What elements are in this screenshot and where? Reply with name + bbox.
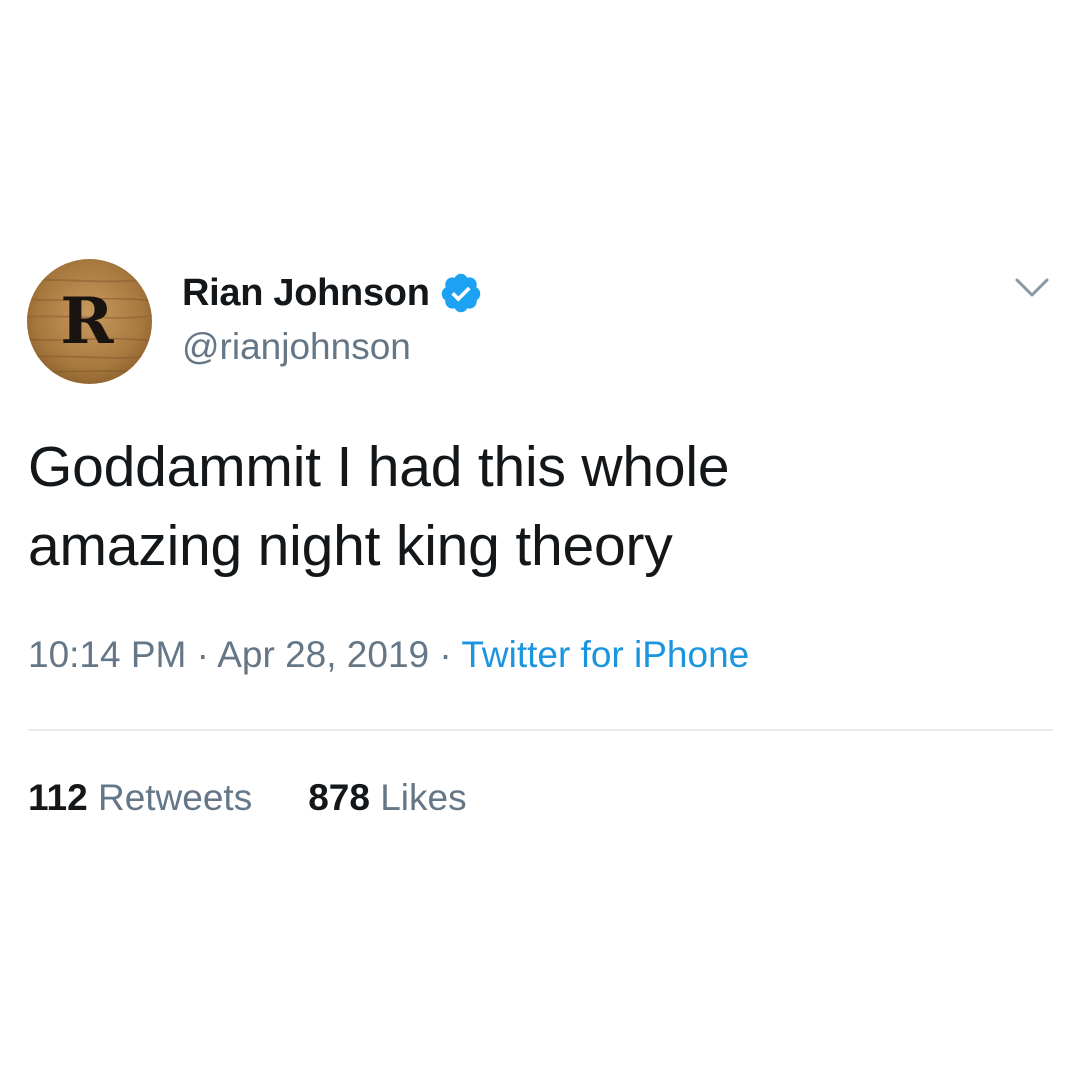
display-name[interactable]: Rian Johnson: [182, 272, 430, 315]
likes-stat[interactable]: 878 Likes: [308, 777, 466, 819]
tweet-text-line: amazing night king theory: [28, 514, 673, 578]
avatar-image: R: [27, 259, 152, 384]
tweet-card: R Rian Johnson @rianjohnson Goddammit I …: [0, 0, 1080, 1080]
tweet-time[interactable]: 10:14 PM: [28, 634, 186, 675]
retweets-count: 112: [28, 777, 88, 818]
tweet-stats: 112 Retweets 878 Likes: [28, 777, 467, 819]
avatar-letter: R: [60, 284, 114, 359]
avatar[interactable]: R: [27, 259, 152, 384]
tweet-text-line: Goddammit I had this whole: [28, 435, 730, 499]
verified-badge-icon: [441, 273, 480, 313]
tweet-source-link[interactable]: Twitter for iPhone: [461, 634, 749, 675]
meta-separator: ·: [186, 634, 218, 675]
tweet-text: Goddammit I had this whole amazing night…: [28, 428, 1028, 586]
likes-count: 878: [308, 777, 370, 818]
tweet-meta: 10:14 PM · Apr 28, 2019 · Twitter for iP…: [28, 634, 749, 676]
author-name-row[interactable]: Rian Johnson: [182, 268, 483, 318]
retweets-label: Retweets: [87, 777, 253, 818]
meta-separator: ·: [429, 634, 462, 675]
divider: [28, 729, 1053, 731]
retweets-stat[interactable]: 112 Retweets: [28, 777, 252, 819]
author-handle[interactable]: @rianjohnson: [182, 326, 411, 368]
tweet-date[interactable]: Apr 28, 2019: [217, 634, 429, 675]
chevron-down-icon[interactable]: [1014, 274, 1050, 302]
likes-label: Likes: [369, 777, 467, 818]
